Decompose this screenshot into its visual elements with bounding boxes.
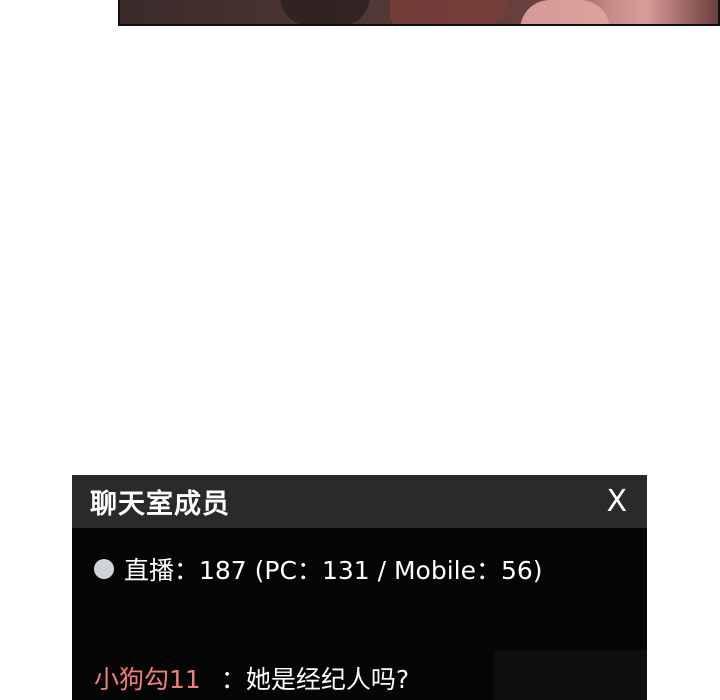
panel-shadow-shape — [280, 0, 370, 24]
comic-panel-image — [118, 0, 720, 26]
message-text: 她是经纪人吗? — [245, 665, 410, 694]
member-count-text: 直播：187 (PC：131 / Mobile：56) — [124, 556, 543, 585]
panel-figure-shape — [390, 0, 510, 24]
close-button[interactable]: X — [606, 486, 627, 517]
chat-title: 聊天室成员 — [90, 489, 230, 520]
message-row-shade — [494, 650, 647, 700]
chat-message: 小狗勾11 ： 她是经纪人吗? — [94, 660, 409, 696]
online-dot-icon — [94, 559, 114, 579]
message-username[interactable]: 小狗勾11 — [94, 660, 201, 696]
chat-room-window: 聊天室成员 X 直播：187 (PC：131 / Mobile：56) 小狗勾1… — [72, 475, 647, 700]
message-separator: ： — [220, 665, 246, 694]
member-count-row: 直播：187 (PC：131 / Mobile：56) — [94, 551, 543, 587]
chat-header: 聊天室成员 X — [72, 475, 647, 528]
panel-skin-shape — [520, 0, 610, 24]
